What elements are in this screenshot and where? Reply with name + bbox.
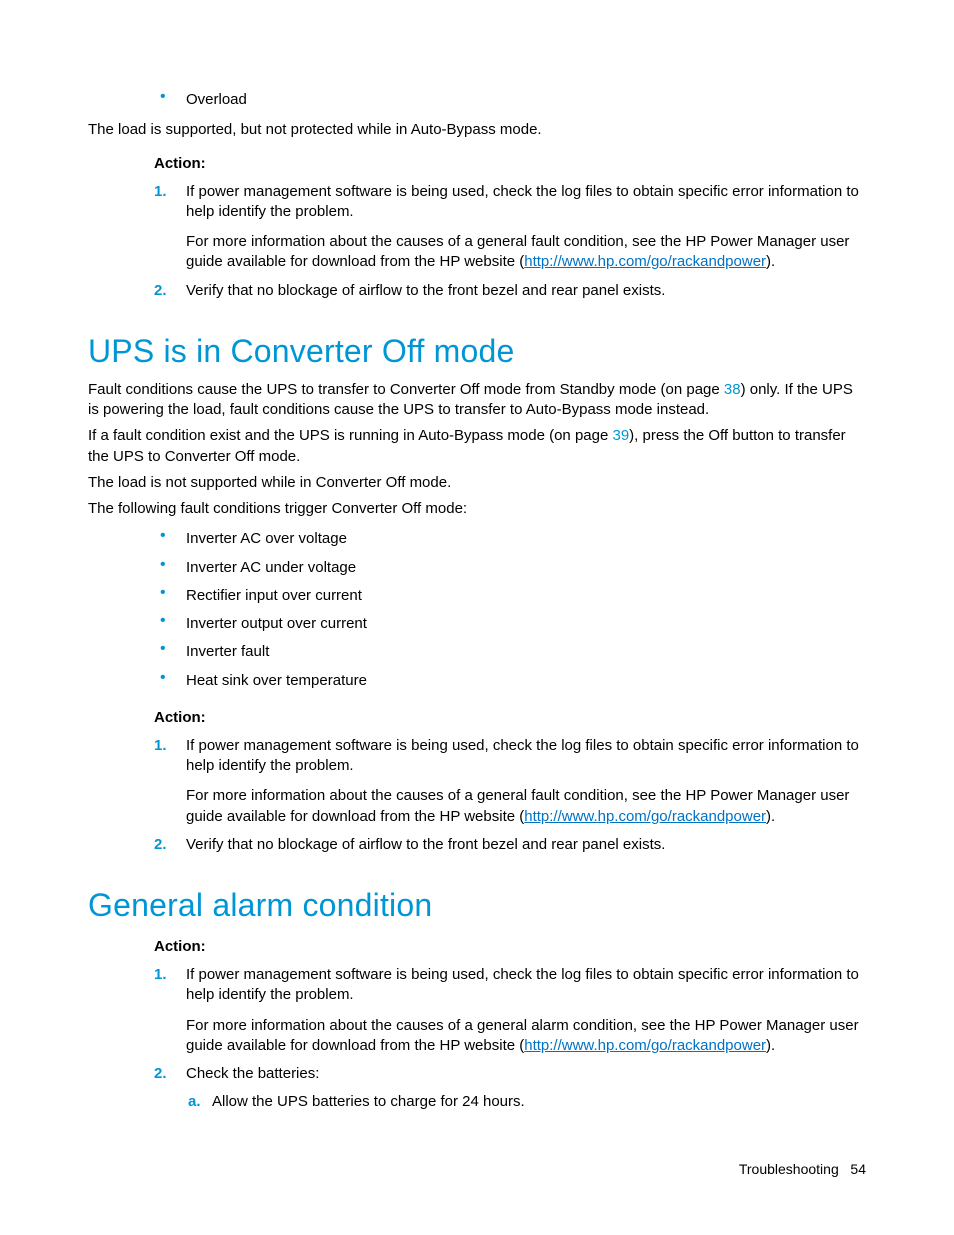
bullet-list-top: Overload — [154, 86, 866, 114]
list-item: If power management software is being us… — [154, 178, 866, 277]
step-text: Verify that no blockage of airflow to th… — [186, 281, 866, 301]
step-text: If power management software is being us… — [186, 182, 866, 223]
list-item: Heat sink over temperature — [154, 667, 866, 695]
body-paragraph: The following fault conditions trigger C… — [88, 499, 866, 519]
page-footer: Troubleshooting 54 — [739, 1161, 866, 1177]
list-item: Inverter output over current — [154, 610, 866, 638]
ordered-list-top: If power management software is being us… — [154, 178, 866, 305]
list-item: Rectifier input over current — [154, 582, 866, 610]
step-text: For more information about the causes of… — [186, 232, 866, 273]
list-item: If power management software is being us… — [154, 961, 866, 1060]
bullet-text: Inverter AC under voltage — [186, 559, 356, 576]
body-paragraph: The load is supported, but not protected… — [88, 120, 866, 140]
ordered-list-alarm: If power management software is being us… — [154, 961, 866, 1119]
bullet-text: Inverter fault — [186, 643, 269, 660]
document-page: Overload The load is supported, but not … — [0, 0, 954, 1235]
hp-link[interactable]: http://www.hp.com/go/rackandpower — [524, 1037, 766, 1054]
bullet-text: Rectifier input over current — [186, 587, 362, 604]
alpha-list: Allow the UPS batteries to charge for 24… — [186, 1090, 866, 1114]
list-item: Verify that no blockage of airflow to th… — [154, 831, 866, 859]
footer-page-number: 54 — [850, 1161, 866, 1177]
bullet-text: Inverter AC over voltage — [186, 530, 347, 547]
bullet-text: Overload — [186, 91, 247, 108]
bullet-list-faults: Inverter AC over voltage Inverter AC und… — [154, 525, 866, 695]
step-text: Check the batteries: — [186, 1064, 866, 1084]
list-item: Inverter AC over voltage — [154, 525, 866, 553]
body-paragraph: The load is not supported while in Conve… — [88, 473, 866, 493]
page-ref[interactable]: 39 — [612, 427, 629, 444]
page-ref[interactable]: 38 — [724, 381, 741, 398]
hp-link[interactable]: http://www.hp.com/go/rackandpower — [524, 808, 766, 825]
list-item: Inverter fault — [154, 638, 866, 666]
step-text: If power management software is being us… — [186, 736, 866, 777]
footer-section: Troubleshooting — [739, 1161, 839, 1177]
bullet-text: Inverter output over current — [186, 615, 367, 632]
list-item: Allow the UPS batteries to charge for 24… — [186, 1090, 866, 1114]
list-item: Overload — [154, 86, 866, 114]
action-heading: Action: — [154, 938, 866, 955]
step-text: If power management software is being us… — [186, 965, 866, 1006]
action-heading: Action: — [154, 155, 866, 172]
hp-link[interactable]: http://www.hp.com/go/rackandpower — [524, 253, 766, 270]
section-heading-alarm: General alarm condition — [88, 887, 866, 924]
body-paragraph: If a fault condition exist and the UPS i… — [88, 426, 866, 467]
action-heading: Action: — [154, 709, 866, 726]
step-text: For more information about the causes of… — [186, 1016, 866, 1057]
section-heading-converter: UPS is in Converter Off mode — [88, 333, 866, 370]
ordered-list-converter: If power management software is being us… — [154, 732, 866, 859]
list-item: Verify that no blockage of airflow to th… — [154, 277, 866, 305]
step-text: Allow the UPS batteries to charge for 24… — [212, 1093, 525, 1110]
bullet-text: Heat sink over temperature — [186, 672, 367, 689]
body-paragraph: Fault conditions cause the UPS to transf… — [88, 380, 866, 421]
step-text: For more information about the causes of… — [186, 786, 866, 827]
list-item: Check the batteries: Allow the UPS batte… — [154, 1060, 866, 1119]
list-item: Inverter AC under voltage — [154, 554, 866, 582]
list-item: If power management software is being us… — [154, 732, 866, 831]
step-text: Verify that no blockage of airflow to th… — [186, 835, 866, 855]
